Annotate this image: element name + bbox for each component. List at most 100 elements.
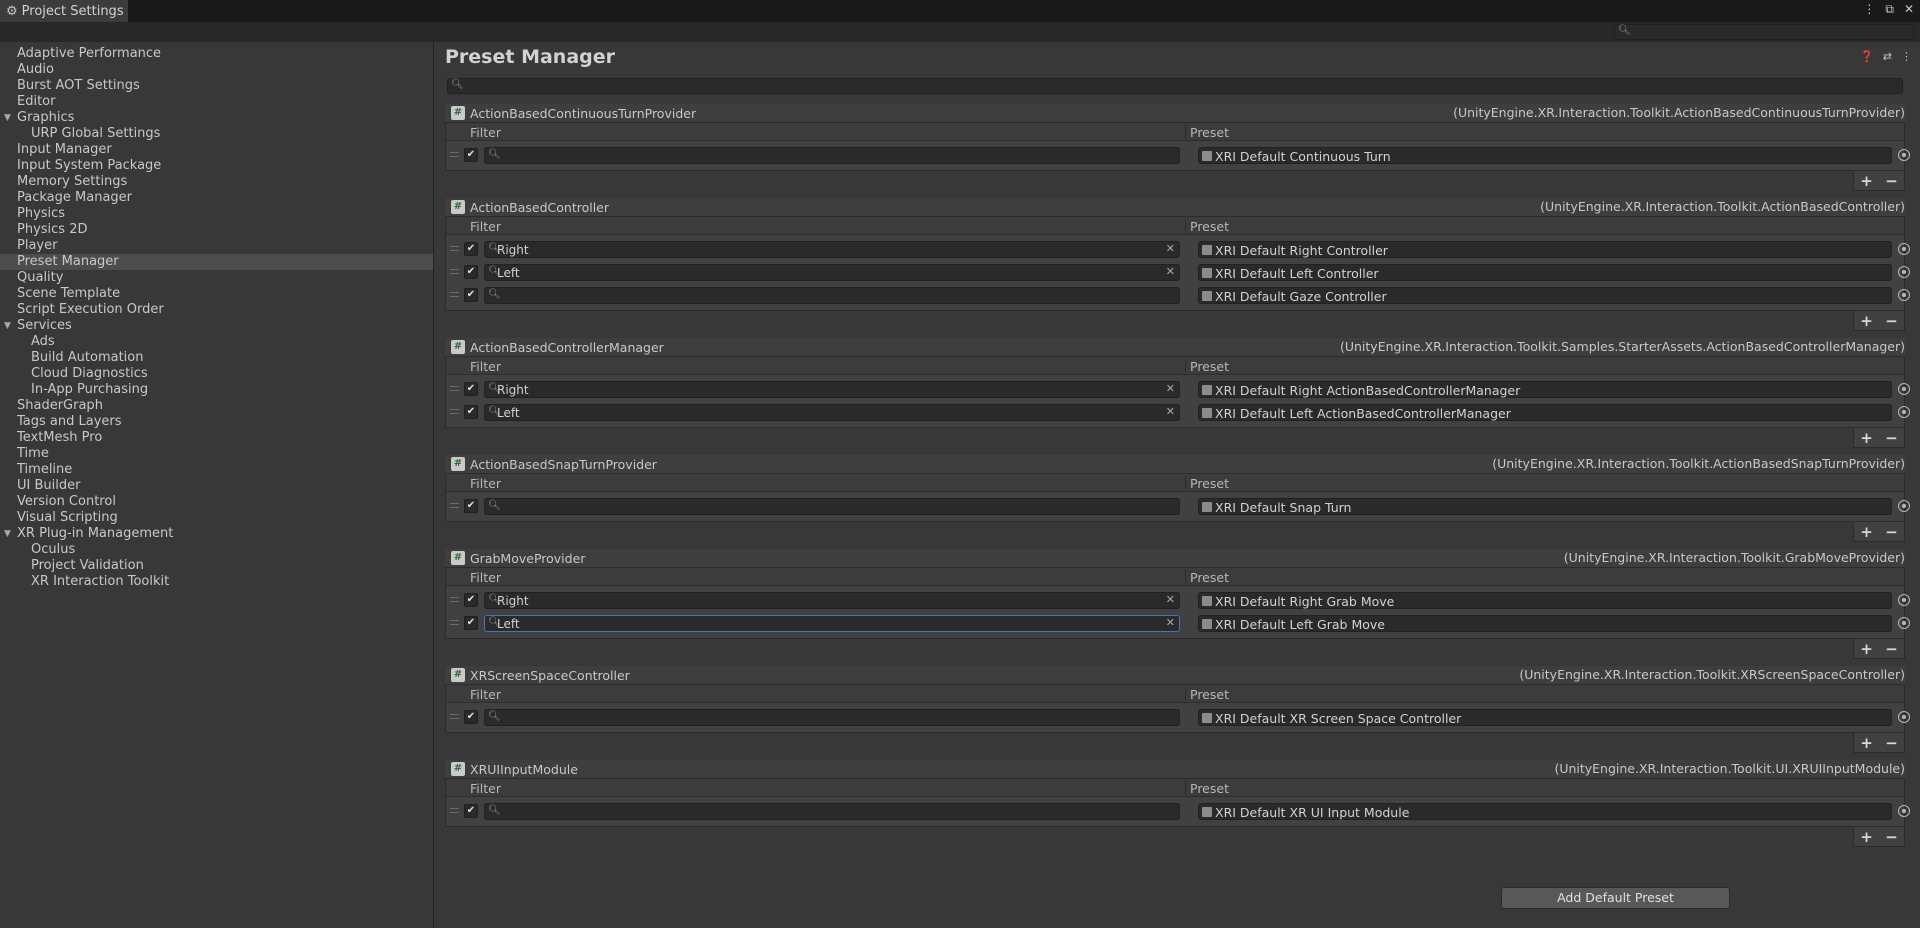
drag-handle[interactable]: [450, 292, 459, 297]
object-picker-icon[interactable]: [1898, 266, 1910, 278]
add-entry-button[interactable]: +: [1860, 429, 1873, 447]
sidebar-item[interactable]: Cloud Diagnostics: [0, 366, 433, 382]
remove-entry-button[interactable]: −: [1885, 429, 1898, 447]
foldout-arrow-icon[interactable]: ▼: [4, 526, 11, 542]
drag-handle[interactable]: [450, 597, 459, 602]
filter-input[interactable]: 🔍︎ Right ✕: [484, 381, 1180, 398]
preset-object-field[interactable]: XRI Default Gaze Controller: [1198, 287, 1892, 304]
enabled-checkbox[interactable]: ✔: [464, 148, 478, 162]
clear-icon[interactable]: ✕: [1166, 242, 1175, 255]
sidebar-item[interactable]: Package Manager: [0, 190, 433, 206]
remove-entry-button[interactable]: −: [1885, 640, 1898, 658]
drag-handle[interactable]: [450, 152, 459, 157]
remove-entry-button[interactable]: −: [1885, 828, 1898, 846]
filter-input[interactable]: 🔍︎: [484, 803, 1180, 820]
object-picker-icon[interactable]: [1898, 383, 1910, 395]
add-entry-button[interactable]: +: [1860, 640, 1873, 658]
object-picker-icon[interactable]: [1898, 243, 1910, 255]
filter-input[interactable]: 🔍︎ Right ✕: [484, 241, 1180, 258]
add-entry-button[interactable]: +: [1860, 523, 1873, 541]
sidebar-item[interactable]: ▼ Services: [0, 318, 433, 334]
object-picker-icon[interactable]: [1898, 805, 1910, 817]
object-picker-icon[interactable]: [1898, 711, 1910, 723]
sidebar-item[interactable]: Audio: [0, 62, 433, 78]
sidebar-item[interactable]: Build Automation: [0, 350, 433, 366]
sidebar-item[interactable]: ▼ Graphics: [0, 110, 433, 126]
sidebar-item[interactable]: Input Manager: [0, 142, 433, 158]
preset-object-field[interactable]: XRI Default Left Grab Move: [1198, 615, 1892, 632]
maximize-icon[interactable]: ⧉: [1885, 2, 1894, 17]
object-picker-icon[interactable]: [1898, 149, 1910, 161]
sidebar-item[interactable]: UI Builder: [0, 478, 433, 494]
sidebar-item[interactable]: Burst AOT Settings: [0, 78, 433, 94]
remove-entry-button[interactable]: −: [1885, 172, 1898, 190]
settings-search-input[interactable]: 🔍︎: [1614, 24, 1914, 40]
remove-entry-button[interactable]: −: [1885, 312, 1898, 330]
sidebar-item[interactable]: Ads: [0, 334, 433, 350]
sidebar-item[interactable]: Tags and Layers: [0, 414, 433, 430]
enabled-checkbox[interactable]: ✔: [464, 288, 478, 302]
sidebar-item[interactable]: Script Execution Order: [0, 302, 433, 318]
filter-input[interactable]: 🔍︎: [484, 498, 1180, 515]
enabled-checkbox[interactable]: ✔: [464, 616, 478, 630]
sidebar-item[interactable]: ShaderGraph: [0, 398, 433, 414]
foldout-arrow-icon[interactable]: ▼: [4, 318, 11, 334]
sidebar-item[interactable]: Timeline: [0, 462, 433, 478]
drag-handle[interactable]: [450, 409, 459, 414]
preset-object-field[interactable]: XRI Default Right Controller: [1198, 241, 1892, 258]
drag-handle[interactable]: [450, 246, 459, 251]
sidebar-item[interactable]: TextMesh Pro: [0, 430, 433, 446]
filter-input[interactable]: 🔍︎: [484, 287, 1180, 304]
preset-object-field[interactable]: XRI Default Left Controller: [1198, 264, 1892, 281]
tab-project-settings[interactable]: ⚙ Project Settings: [0, 0, 128, 22]
add-entry-button[interactable]: +: [1860, 734, 1873, 752]
enabled-checkbox[interactable]: ✔: [464, 593, 478, 607]
add-entry-button[interactable]: +: [1860, 312, 1873, 330]
preset-object-field[interactable]: XRI Default XR UI Input Module: [1198, 803, 1892, 820]
sidebar-item[interactable]: Preset Manager: [0, 254, 433, 270]
enabled-checkbox[interactable]: ✔: [464, 265, 478, 279]
preset-settings-icon[interactable]: ⇄: [1883, 50, 1892, 63]
enabled-checkbox[interactable]: ✔: [464, 382, 478, 396]
sidebar-item[interactable]: Physics 2D: [0, 222, 433, 238]
sidebar-item[interactable]: Project Validation: [0, 558, 433, 574]
clear-icon[interactable]: ✕: [1166, 616, 1175, 629]
clear-icon[interactable]: ✕: [1166, 405, 1175, 418]
enabled-checkbox[interactable]: ✔: [464, 710, 478, 724]
sidebar-item[interactable]: Adaptive Performance: [0, 46, 433, 62]
close-icon[interactable]: ✕: [1904, 2, 1914, 17]
filter-input[interactable]: 🔍︎: [484, 147, 1180, 164]
preset-object-field[interactable]: XRI Default Snap Turn: [1198, 498, 1892, 515]
sidebar-item[interactable]: Quality: [0, 270, 433, 286]
remove-entry-button[interactable]: −: [1885, 734, 1898, 752]
preset-object-field[interactable]: XRI Default Left ActionBasedControllerMa…: [1198, 404, 1892, 421]
remove-entry-button[interactable]: −: [1885, 523, 1898, 541]
object-picker-icon[interactable]: [1898, 500, 1910, 512]
sidebar-item[interactable]: Player: [0, 238, 433, 254]
sidebar-item[interactable]: Oculus: [0, 542, 433, 558]
add-entry-button[interactable]: +: [1860, 172, 1873, 190]
drag-handle[interactable]: [450, 620, 459, 625]
filter-input[interactable]: 🔍︎: [484, 709, 1180, 726]
clear-icon[interactable]: ✕: [1166, 593, 1175, 606]
enabled-checkbox[interactable]: ✔: [464, 405, 478, 419]
help-icon[interactable]: ❓: [1860, 50, 1874, 63]
sidebar-item[interactable]: In-App Purchasing: [0, 382, 433, 398]
sidebar-item[interactable]: Visual Scripting: [0, 510, 433, 526]
object-picker-icon[interactable]: [1898, 617, 1910, 629]
foldout-arrow-icon[interactable]: ▼: [4, 110, 11, 126]
clear-icon[interactable]: ✕: [1166, 382, 1175, 395]
sidebar-item[interactable]: Version Control: [0, 494, 433, 510]
sidebar-item[interactable]: Editor: [0, 94, 433, 110]
drag-handle[interactable]: [450, 503, 459, 508]
sidebar-item[interactable]: XR Interaction Toolkit: [0, 574, 433, 590]
add-default-preset-button[interactable]: Add Default Preset: [1501, 887, 1730, 909]
sidebar-item[interactable]: Physics: [0, 206, 433, 222]
preset-object-field[interactable]: XRI Default Right ActionBasedControllerM…: [1198, 381, 1892, 398]
preset-object-field[interactable]: XRI Default Right Grab Move: [1198, 592, 1892, 609]
drag-handle[interactable]: [450, 808, 459, 813]
sidebar-item[interactable]: ▼ XR Plug-in Management: [0, 526, 433, 542]
sidebar-item[interactable]: Input System Package: [0, 158, 433, 174]
sidebar-item[interactable]: URP Global Settings: [0, 126, 433, 142]
drag-handle[interactable]: [450, 386, 459, 391]
